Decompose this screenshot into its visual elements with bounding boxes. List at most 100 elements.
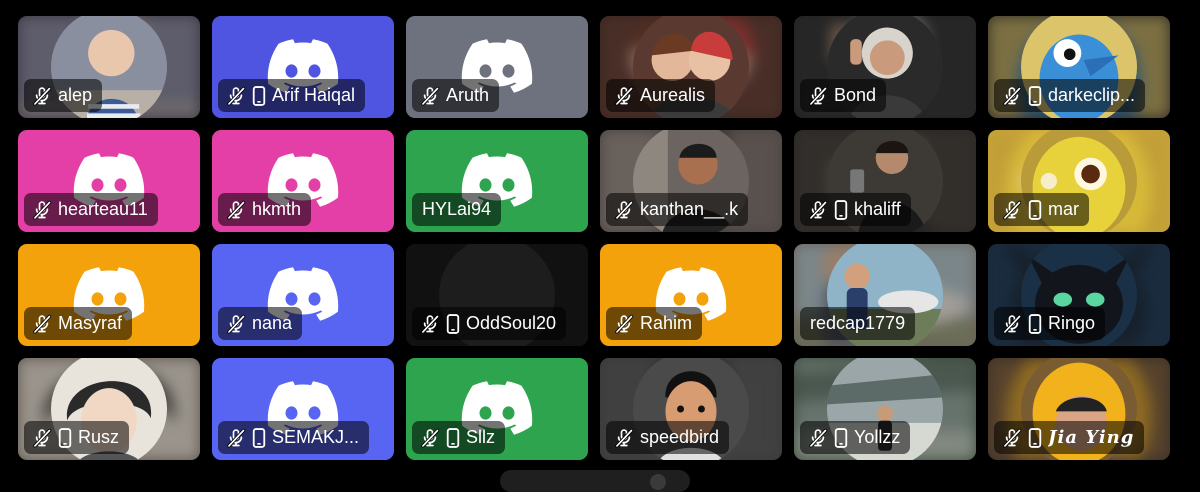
participant-name: Aruth	[446, 85, 490, 105]
participant-tile[interactable]: Ringo	[988, 244, 1170, 346]
muted-microphone-icon	[420, 314, 440, 334]
muted-microphone-icon	[808, 428, 828, 448]
mobile-phone-icon	[1028, 427, 1042, 448]
muted-microphone-icon	[808, 86, 828, 106]
participant-tile[interactable]: Aruth	[406, 16, 588, 118]
participant-tile[interactable]: Aurealis	[600, 16, 782, 118]
participant-tile[interactable]: Masyraf	[18, 244, 200, 346]
participant-tile[interactable]: mar	[988, 130, 1170, 232]
muted-microphone-icon	[226, 86, 246, 106]
participant-label: redcap1779	[800, 307, 916, 340]
mobile-phone-icon	[834, 199, 848, 220]
participant-name: HYLai94	[422, 199, 492, 219]
participant-tile[interactable]: khaliff	[794, 130, 976, 232]
participant-tile[interactable]: SEMAKJ...	[212, 358, 394, 460]
participant-name: SEMAKJ...	[272, 427, 360, 447]
participant-name: khaliff	[854, 199, 901, 219]
participant-label: mar	[994, 193, 1089, 226]
participant-label: Masyraf	[24, 307, 133, 340]
muted-microphone-icon	[614, 86, 634, 106]
participant-tile[interactable]: Sllz	[406, 358, 588, 460]
muted-microphone-icon	[1002, 86, 1022, 106]
participant-tile[interactable]: Bond	[794, 16, 976, 118]
participant-label: SEMAKJ...	[218, 421, 370, 454]
participant-name: Rahim	[640, 313, 693, 333]
participant-name: Rusz	[78, 427, 120, 447]
muted-microphone-icon	[226, 200, 246, 220]
participant-label: Yollzz	[800, 421, 911, 454]
participant-tile[interactable]: OddSoul20	[406, 244, 588, 346]
muted-microphone-icon	[32, 428, 52, 448]
muted-microphone-icon	[420, 428, 440, 448]
muted-microphone-icon	[614, 314, 634, 334]
participant-name: kanthan__.k	[640, 199, 739, 219]
mobile-phone-icon	[58, 427, 72, 448]
mobile-phone-icon	[1028, 85, 1042, 106]
muted-microphone-icon	[420, 86, 440, 106]
participant-tile[interactable]: Arif Haiqal	[212, 16, 394, 118]
participant-label: khaliff	[800, 193, 911, 226]
muted-microphone-icon	[226, 428, 246, 448]
muted-microphone-icon	[1002, 428, 1022, 448]
muted-microphone-icon	[226, 314, 246, 334]
participant-name: Ringo	[1048, 313, 1096, 333]
muted-microphone-icon	[808, 200, 828, 220]
participant-name: Masyraf	[58, 313, 123, 333]
participant-name: mar	[1048, 199, 1079, 219]
participant-name: Yollzz	[854, 427, 901, 447]
participant-label: kanthan__.k	[606, 193, 749, 226]
participant-label: Sllz	[412, 421, 506, 454]
pagination-bar[interactable]	[500, 470, 690, 492]
mobile-phone-icon	[834, 427, 848, 448]
muted-microphone-icon	[614, 428, 634, 448]
mobile-phone-icon	[252, 427, 266, 448]
participant-tile[interactable]: kanthan__.k	[600, 130, 782, 232]
participant-tile[interactable]: darkeclip...	[988, 16, 1170, 118]
participant-tile[interactable]: Rahim	[600, 244, 782, 346]
participant-tile[interactable]: HYLai94	[406, 130, 588, 232]
muted-microphone-icon	[614, 200, 634, 220]
participant-label: OddSoul20	[412, 307, 567, 340]
muted-microphone-icon	[32, 314, 52, 334]
participant-name: Aurealis	[640, 85, 706, 105]
participant-label: nana	[218, 307, 303, 340]
participant-label: darkeclip...	[994, 79, 1146, 112]
participant-name: darkeclip...	[1048, 85, 1136, 105]
mobile-phone-icon	[446, 313, 460, 334]
participant-tile[interactable]: Yollzz	[794, 358, 976, 460]
participant-name: Arif Haiqal	[272, 85, 356, 105]
muted-microphone-icon	[32, 200, 52, 220]
mobile-phone-icon	[446, 427, 460, 448]
participant-name: Jia Ying	[1048, 427, 1135, 448]
participant-tile[interactable]: Rusz	[18, 358, 200, 460]
participant-tile[interactable]: hearteau11	[18, 130, 200, 232]
mobile-phone-icon	[1028, 199, 1042, 220]
participant-label: Bond	[800, 79, 887, 112]
participant-tile[interactable]: speedbird	[600, 358, 782, 460]
participant-name: Bond	[834, 85, 877, 105]
participant-label: Rahim	[606, 307, 703, 340]
participant-tile[interactable]: Jia Ying	[988, 358, 1170, 460]
mobile-phone-icon	[252, 85, 266, 106]
participant-tile[interactable]: hkmth	[212, 130, 394, 232]
participant-name: hearteau11	[58, 199, 148, 219]
participant-name: nana	[252, 313, 293, 333]
participant-tile[interactable]: redcap1779	[794, 244, 976, 346]
muted-microphone-icon	[1002, 314, 1022, 334]
pagination-dot[interactable]	[650, 474, 666, 490]
participant-label: alep	[24, 79, 103, 112]
participant-name: Sllz	[466, 427, 496, 447]
participant-label: HYLai94	[412, 193, 502, 226]
participant-tile[interactable]: alep	[18, 16, 200, 118]
muted-microphone-icon	[1002, 200, 1022, 220]
participant-label: hearteau11	[24, 193, 158, 226]
muted-microphone-icon	[32, 86, 52, 106]
participant-label: Jia Ying	[994, 421, 1145, 454]
participant-label: speedbird	[606, 421, 730, 454]
participant-name: speedbird	[640, 427, 720, 447]
participant-name: hkmth	[252, 199, 302, 219]
participant-label: Rusz	[24, 421, 130, 454]
participant-tile[interactable]: nana	[212, 244, 394, 346]
participant-label: Ringo	[994, 307, 1106, 340]
participant-label: Arif Haiqal	[218, 79, 366, 112]
